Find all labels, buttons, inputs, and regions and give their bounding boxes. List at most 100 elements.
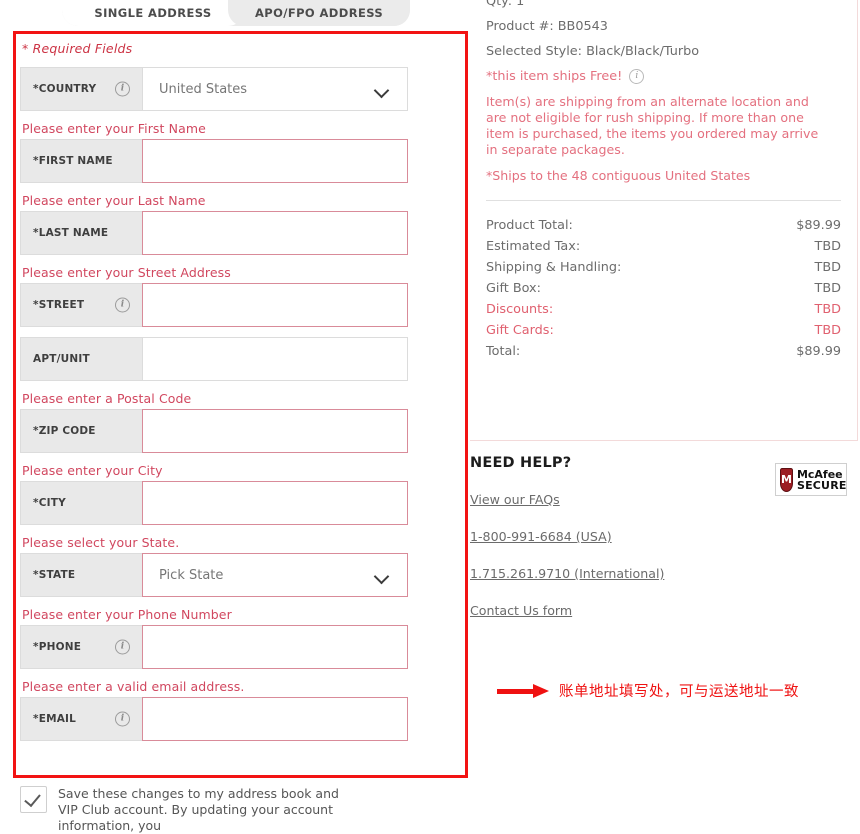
last-name-label-text: *LAST NAME — [33, 227, 109, 239]
link-contact-us-form[interactable]: Contact Us form — [470, 603, 572, 618]
field-group-state: *STATE Pick State — [20, 553, 408, 597]
apt-unit-input[interactable] — [142, 337, 408, 381]
state-label: *STATE — [20, 553, 142, 597]
phone-label-text: *PHONE — [33, 641, 82, 653]
red-arrow-icon — [497, 683, 549, 698]
street-label: *STREET i — [20, 283, 142, 327]
total-label: Discounts: — [486, 302, 554, 317]
zip-code-error: Please enter a Postal Code — [22, 391, 192, 406]
zip-code-input[interactable] — [142, 409, 408, 453]
required-fields-note: * Required Fields — [22, 41, 133, 56]
mcafee-line1: McAfee — [796, 467, 843, 481]
field-group-last-name: *LAST NAME — [20, 211, 408, 255]
field-group-email: *EMAIL i — [20, 697, 408, 741]
chevron-down-icon — [375, 571, 389, 579]
qty-line: Qty: 1 — [486, 0, 525, 9]
link-view-faqs[interactable]: View our FAQs — [470, 492, 560, 507]
total-row: Discounts: TBD — [486, 299, 841, 320]
total-label: Shipping & Handling: — [486, 260, 622, 275]
state-label-text: *STATE — [33, 569, 76, 581]
first-name-error: Please enter your First Name — [22, 121, 206, 136]
state-select-value: Pick State — [159, 567, 224, 583]
state-select[interactable]: Pick State — [142, 553, 408, 597]
info-icon[interactable]: i — [115, 639, 130, 655]
product-number-line: Product #: BB0543 — [486, 19, 608, 34]
phone-label: *PHONE i — [20, 625, 142, 669]
total-value: $89.99 — [796, 218, 841, 233]
need-help-section: NEED HELP? View our FAQs 1-800-991-6684 … — [470, 455, 858, 637]
total-row: Product Total: $89.99 — [486, 215, 841, 236]
street-label-text: *STREET — [33, 299, 85, 311]
info-icon[interactable]: i — [629, 69, 645, 84]
order-summary-card: Qty: 1 Product #: BB0543 Selected Style:… — [470, 0, 858, 441]
contact-form-wrap: Contact Us form — [470, 600, 858, 637]
tab-apo-fpo-address[interactable]: APO/FPO ADDRESS — [228, 0, 410, 26]
total-label: Total: — [486, 344, 521, 359]
first-name-input[interactable] — [142, 139, 408, 183]
city-label-text: *CITY — [33, 497, 66, 509]
total-row: Shipping & Handling: TBD — [486, 257, 841, 278]
last-name-label: *LAST NAME — [20, 211, 142, 255]
street-input[interactable] — [142, 283, 408, 327]
total-value: TBD — [814, 281, 841, 296]
total-label: Gift Cards: — [486, 323, 554, 338]
phone-error: Please enter your Phone Number — [22, 607, 232, 622]
mcafee-wordmark: McAfee SECURE — [797, 469, 847, 491]
apt-unit-label-text: APT/UNIT — [33, 353, 90, 365]
address-form-column: SINGLE ADDRESS APO/FPO ADDRESS * Require… — [0, 0, 468, 833]
field-group-street: *STREET i — [20, 283, 408, 327]
annotation-text: 账单地址填写处，可与运送地址一致 — [559, 684, 799, 700]
mcafee-secure-badge[interactable]: M McAfee SECURE — [775, 463, 847, 496]
arrow-head — [533, 683, 549, 698]
email-label: *EMAIL i — [20, 697, 142, 741]
field-group-country: *COUNTRY i United States — [20, 67, 408, 111]
email-input[interactable] — [142, 697, 408, 741]
save-address-row[interactable]: Save these changes to my address book an… — [20, 786, 350, 834]
first-name-label: *FIRST NAME — [20, 139, 142, 183]
field-group-apt-unit: APT/UNIT — [20, 337, 408, 381]
total-value: $89.99 — [796, 344, 841, 359]
last-name-error: Please enter your Last Name — [22, 193, 206, 208]
summary-divider — [486, 200, 841, 201]
city-input[interactable] — [142, 481, 408, 525]
save-address-checkbox[interactable] — [20, 786, 47, 813]
link-phone-usa[interactable]: 1-800-991-6684 (USA) — [470, 529, 612, 544]
zip-code-label-text: *ZIP CODE — [33, 425, 96, 437]
total-label: Product Total: — [486, 218, 573, 233]
save-address-label: Save these changes to my address book an… — [58, 786, 339, 833]
total-value: TBD — [814, 323, 841, 338]
total-row: Estimated Tax: TBD — [486, 236, 841, 257]
contiguous-states-note: *Ships to the 48 contiguous United State… — [486, 168, 751, 183]
total-row: Gift Box: TBD — [486, 278, 841, 299]
billing-address-form: * Required Fields *COUNTRY i United Stat… — [20, 41, 410, 751]
field-group-city: *CITY — [20, 481, 408, 525]
city-error: Please enter your City — [22, 463, 163, 478]
field-group-phone: *PHONE i — [20, 625, 408, 669]
total-label: Estimated Tax: — [486, 239, 581, 254]
country-select-value: United States — [159, 81, 248, 97]
mcafee-mark: M — [781, 473, 792, 486]
usa-phone-wrap: 1-800-991-6684 (USA) — [470, 526, 858, 563]
country-label: *COUNTRY i — [20, 67, 142, 111]
intl-phone-wrap: 1.715.261.9710 (International) — [470, 563, 858, 600]
tab-single-address-label: SINGLE ADDRESS — [94, 6, 212, 20]
shield-icon: M — [780, 467, 793, 492]
chinese-annotation: 账单地址填写处，可与运送地址一致 — [497, 680, 799, 701]
first-name-label-text: *FIRST NAME — [33, 155, 113, 167]
tab-single-address[interactable]: SINGLE ADDRESS — [62, 0, 244, 26]
email-error: Please enter a valid email address. — [22, 679, 245, 694]
checkout-page: SINGLE ADDRESS APO/FPO ADDRESS * Require… — [0, 0, 860, 833]
country-label-text: *COUNTRY — [33, 83, 97, 95]
total-row: Gift Cards: TBD — [486, 320, 841, 341]
last-name-input[interactable] — [142, 211, 408, 255]
address-type-tabs: SINGLE ADDRESS APO/FPO ADDRESS — [62, 0, 410, 26]
link-phone-international[interactable]: 1.715.261.9710 (International) — [470, 566, 664, 581]
info-icon[interactable]: i — [115, 81, 130, 97]
phone-input[interactable] — [142, 625, 408, 669]
country-select[interactable]: United States — [142, 67, 408, 111]
ships-free-line: *this item ships Free! i — [486, 69, 841, 84]
apt-unit-label: APT/UNIT — [20, 337, 142, 381]
info-icon[interactable]: i — [115, 711, 130, 727]
total-value: TBD — [814, 239, 841, 254]
info-icon[interactable]: i — [115, 297, 130, 313]
